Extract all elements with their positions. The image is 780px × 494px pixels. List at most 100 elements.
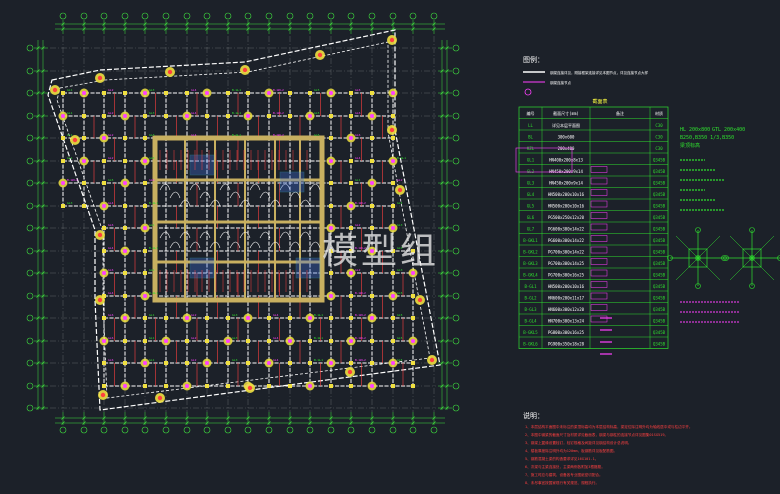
table-cell: PG900x350x18x28: [548, 341, 585, 346]
table-cell: HN450x200x9x14: [549, 169, 583, 174]
table-header-cell: 截面尺寸(mm): [553, 110, 579, 116]
table-cell: Q345B: [653, 192, 666, 197]
column-core: [391, 361, 395, 365]
column: [349, 181, 353, 185]
note-line-4: 4、楼板厚度除注明外均为120mm，板钢筋详见板配筋图。: [525, 448, 617, 453]
column: [205, 339, 209, 343]
table-cell: Q345B: [653, 226, 666, 231]
beam-label: GL5: [397, 313, 403, 317]
beam-label: GL4: [273, 358, 279, 362]
column: [370, 294, 374, 298]
table-cell: C30: [655, 123, 663, 128]
table-cell: Q345B: [653, 203, 666, 208]
table-cell: B-GKL1: [523, 238, 538, 243]
beam-label: GL3: [149, 156, 155, 160]
column: [82, 136, 86, 140]
column-core: [185, 316, 189, 320]
column-core: [102, 136, 106, 140]
beam-label: GL5: [314, 133, 320, 137]
column-core: [102, 204, 106, 208]
column-core: [246, 114, 250, 118]
column-core: [157, 395, 163, 401]
beam-label: B-GKL2: [67, 178, 78, 182]
column: [370, 339, 374, 343]
column: [164, 91, 168, 95]
beam-label: GL6: [355, 111, 361, 115]
beam-label: GL4: [108, 246, 114, 250]
column: [288, 361, 292, 365]
beam-label: GL5: [314, 111, 320, 115]
column: [123, 226, 127, 230]
beam-label: GL2: [108, 88, 114, 92]
column: [102, 384, 106, 388]
column: [185, 339, 189, 343]
beam-label: B-GKL2: [355, 201, 366, 205]
column-core: [82, 159, 86, 163]
spec-line-2: GTL 200x400: [712, 127, 745, 133]
table-cell: GL2: [527, 169, 535, 174]
column-core: [185, 384, 189, 388]
column-core: [267, 91, 271, 95]
table-cell: Q345B: [653, 180, 666, 185]
note-line-7: 7、施工时应与建筑、设备各专业图纸密切配合。: [525, 472, 603, 477]
table-cell: Q345B: [653, 341, 666, 346]
table-cell: GL4: [527, 192, 535, 197]
column: [391, 316, 395, 320]
column: [391, 339, 395, 343]
column: [288, 316, 292, 320]
column: [267, 114, 271, 118]
beam-label: GL2: [397, 178, 403, 182]
column: [349, 159, 353, 163]
column: [123, 136, 127, 140]
column: [288, 384, 292, 388]
table-cell: Q345B: [653, 307, 666, 312]
beam-label: GL3: [232, 336, 238, 340]
table-cell: GL3: [527, 180, 535, 185]
column-core: [349, 136, 353, 140]
column-core: [370, 316, 374, 320]
beam-label: GL1: [149, 223, 155, 227]
beam-label: B-GKL2: [273, 111, 284, 115]
beam-label: GL6: [355, 88, 361, 92]
beam-label: GL2: [108, 111, 114, 115]
beam-label: GL4: [108, 201, 114, 205]
watermark-text: 模型组: [322, 231, 440, 272]
column-core: [123, 316, 127, 320]
column: [143, 384, 147, 388]
table-cell: B-GKL5: [523, 330, 538, 335]
column-core: [397, 187, 403, 193]
column: [267, 316, 271, 320]
beam-label: GL2: [191, 358, 197, 362]
column-core: [97, 75, 103, 81]
column: [308, 91, 312, 95]
column-core: [72, 137, 78, 143]
table-cell: PG500x250x12x20: [548, 215, 585, 220]
column: [329, 316, 333, 320]
spec-line-1: HL 200x800: [680, 127, 710, 133]
column-core: [123, 181, 127, 185]
column: [370, 91, 374, 95]
column-core: [429, 357, 435, 363]
column: [226, 114, 230, 118]
column: [123, 361, 127, 365]
table-cell: Q345B: [653, 284, 666, 289]
column: [123, 159, 127, 163]
beam-label: GL1: [149, 313, 155, 317]
table-cell: Q345B: [653, 318, 666, 323]
beam-label: GL6: [108, 358, 114, 362]
table-cell: GL7: [527, 226, 535, 231]
column: [246, 339, 250, 343]
column-core: [411, 339, 415, 343]
column: [329, 136, 333, 140]
legend-line-2: 钢梁连接节点: [550, 80, 571, 85]
table-cell: HN500x200x10x16: [548, 284, 585, 289]
column: [102, 181, 106, 185]
table-cell: HN500x200x10x16: [548, 203, 585, 208]
beam-label: GL3: [67, 201, 73, 205]
column: [329, 114, 333, 118]
beam-label: GL1: [355, 178, 361, 182]
column: [61, 204, 65, 208]
column: [185, 361, 189, 365]
beam-label: B-GL1: [232, 111, 241, 115]
beam-label: B-GL1: [314, 336, 323, 340]
